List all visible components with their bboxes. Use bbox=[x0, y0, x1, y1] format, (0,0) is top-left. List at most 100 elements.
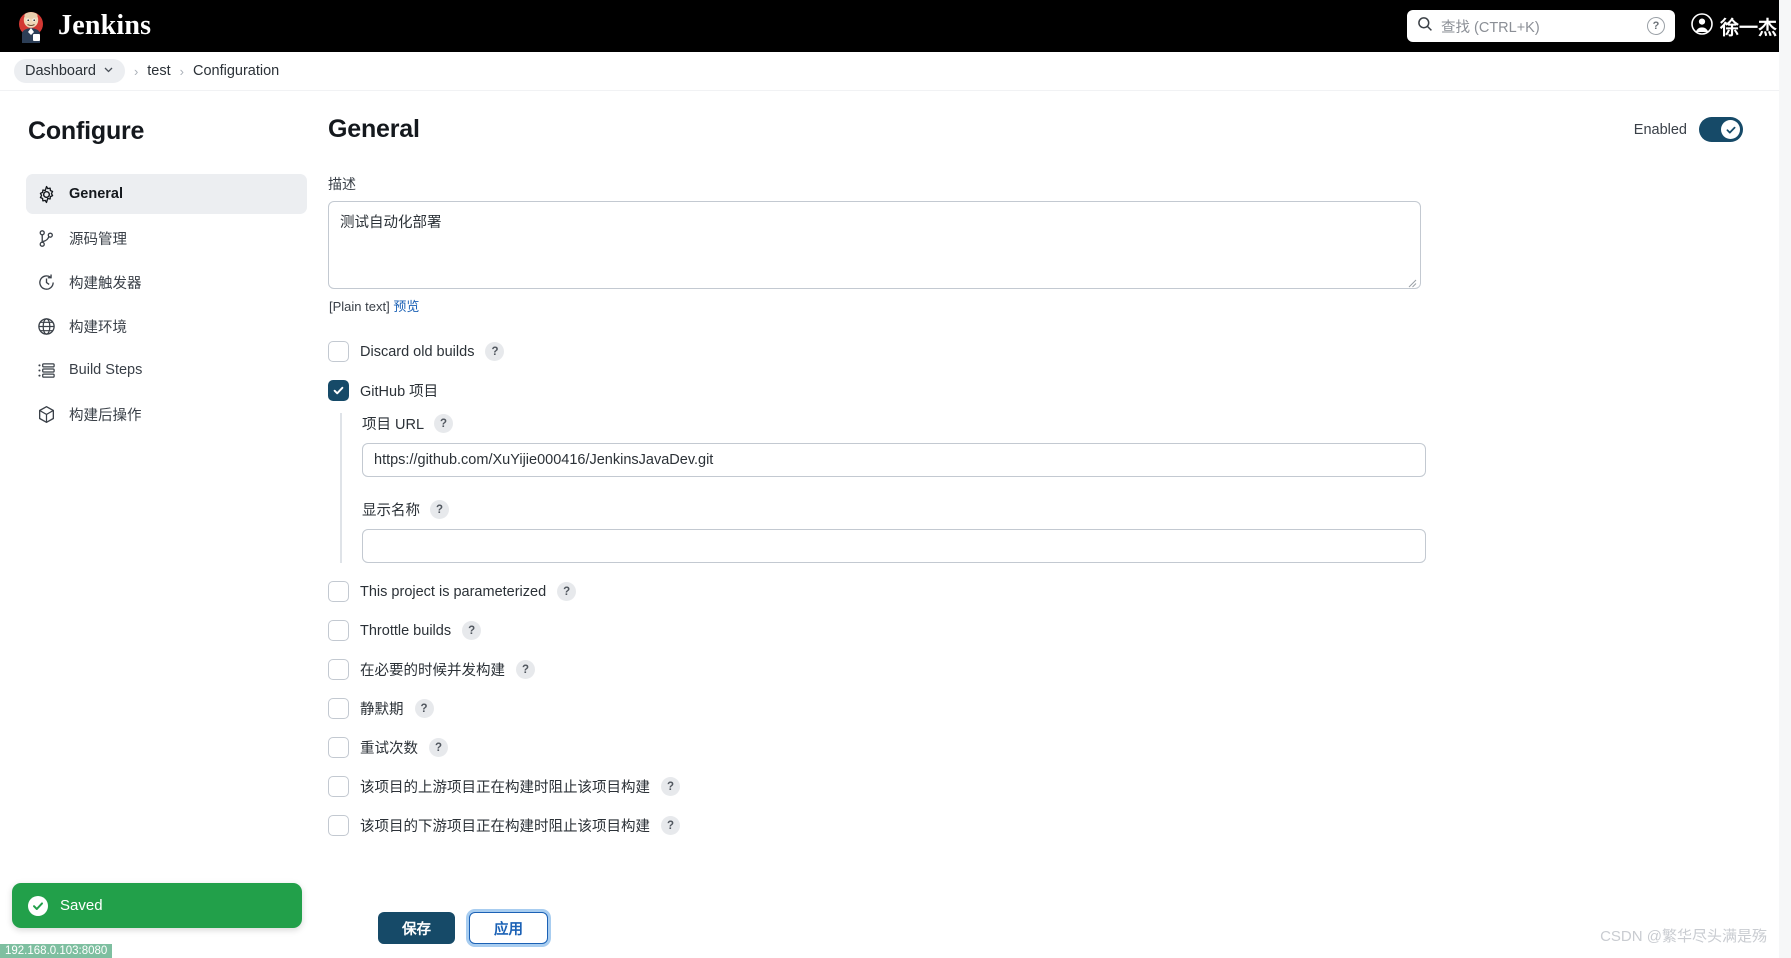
help-icon[interactable]: ? bbox=[516, 660, 535, 679]
sidebar-item-label: 构建后操作 bbox=[69, 404, 142, 425]
checkbox[interactable] bbox=[328, 620, 349, 641]
checkbox[interactable] bbox=[328, 581, 349, 602]
apply-button[interactable]: 应用 bbox=[469, 912, 548, 944]
breadcrumb-separator: › bbox=[134, 64, 138, 79]
help-icon[interactable]: ? bbox=[485, 342, 504, 361]
sidebar-title: Configure bbox=[28, 117, 307, 146]
check-circle-icon bbox=[28, 896, 48, 916]
display-name-label: 显示名称 bbox=[362, 499, 420, 520]
jenkins-brand-link[interactable]: Jenkins bbox=[14, 9, 151, 43]
checkbox[interactable] bbox=[328, 380, 349, 401]
spacer bbox=[362, 477, 1743, 499]
sidebar-item-label: General bbox=[69, 186, 123, 202]
breadcrumb-separator: › bbox=[180, 64, 184, 79]
save-button[interactable]: 保存 bbox=[378, 912, 455, 944]
sidebar-item-general[interactable]: General bbox=[26, 174, 307, 214]
sidebar-item-label: Build Steps bbox=[69, 362, 142, 378]
sidebar-item-source-code-management[interactable]: 源码管理 bbox=[26, 218, 307, 258]
project-url-label: 项目 URL bbox=[362, 413, 424, 434]
description-textarea[interactable]: 测试自动化部署 bbox=[328, 201, 1421, 289]
sidebar-item-label: 源码管理 bbox=[69, 228, 127, 249]
saved-toast: Saved bbox=[12, 883, 302, 928]
sidebar-item-build-triggers[interactable]: 构建触发器 bbox=[26, 262, 307, 302]
enabled-label: Enabled bbox=[1634, 122, 1687, 138]
main-content: General Enabled 描述 测试自动化部署 [Plain text] … bbox=[320, 91, 1791, 958]
sidebar-item-post-build-actions[interactable]: 构建后操作 bbox=[26, 394, 307, 434]
breadcrumb: Dashboard › test › Configuration bbox=[0, 52, 1791, 91]
checkbox[interactable] bbox=[328, 815, 349, 836]
toast-message: Saved bbox=[60, 897, 103, 914]
question-circle-icon[interactable]: ? bbox=[1647, 17, 1665, 35]
page-scrollbar[interactable] bbox=[1779, 0, 1791, 958]
checkbox[interactable] bbox=[328, 698, 349, 719]
help-icon[interactable]: ? bbox=[661, 777, 680, 796]
project-url-value: https://github.com/XuYijie000416/Jenkins… bbox=[374, 452, 713, 468]
breadcrumb-dashboard-label: Dashboard bbox=[25, 63, 96, 79]
option-label: This project is parameterized bbox=[360, 584, 546, 600]
search-icon bbox=[1417, 16, 1433, 37]
option-retry-count[interactable]: 重试次数 ? bbox=[328, 737, 1743, 758]
globe-icon bbox=[37, 317, 56, 336]
jenkins-butler-logo bbox=[14, 9, 48, 43]
checkbox[interactable] bbox=[328, 341, 349, 362]
gear-icon bbox=[37, 185, 56, 204]
status-bar-url: 192.168.0.103:8080 bbox=[0, 944, 112, 958]
option-concurrent-builds[interactable]: 在必要的时候并发构建 ? bbox=[328, 659, 1743, 680]
breadcrumb-item-test[interactable]: test bbox=[147, 63, 170, 79]
option-label: 该项目的下游项目正在构建时阻止该项目构建 bbox=[360, 815, 650, 836]
option-block-when-downstream-building[interactable]: 该项目的下游项目正在构建时阻止该项目构建 ? bbox=[328, 815, 1743, 836]
project-url-input[interactable]: https://github.com/XuYijie000416/Jenkins… bbox=[362, 443, 1426, 477]
option-label: 该项目的上游项目正在构建时阻止该项目构建 bbox=[360, 776, 650, 797]
option-label: Throttle builds bbox=[360, 623, 451, 639]
search-input[interactable]: 查找 (CTRL+K) ? bbox=[1407, 10, 1675, 42]
sidebar-item-label: 构建触发器 bbox=[69, 272, 142, 293]
breadcrumb-item-dashboard[interactable]: Dashboard bbox=[14, 59, 125, 83]
help-icon[interactable]: ? bbox=[430, 500, 449, 519]
user-menu[interactable]: 徐一杰 bbox=[1691, 13, 1777, 40]
option-this-project-is-parameterized[interactable]: This project is parameterized ? bbox=[328, 581, 1743, 602]
plain-text-note: [Plain text] bbox=[329, 299, 390, 314]
user-circle-icon bbox=[1691, 13, 1713, 40]
option-quiet-period[interactable]: 静默期 ? bbox=[328, 698, 1743, 719]
brand-title: Jenkins bbox=[58, 10, 151, 42]
page-title: General bbox=[328, 115, 420, 144]
sidebar-item-build-environment[interactable]: 构建环境 bbox=[26, 306, 307, 346]
github-project-panel: 项目 URL ? https://github.com/XuYijie00041… bbox=[340, 413, 1743, 563]
option-throttle-builds[interactable]: Throttle builds ? bbox=[328, 620, 1743, 641]
preview-link[interactable]: 预览 bbox=[393, 299, 419, 314]
user-name-label: 徐一杰 bbox=[1720, 13, 1777, 40]
option-github-project[interactable]: GitHub 项目 bbox=[328, 380, 1743, 401]
enabled-toggle[interactable] bbox=[1699, 117, 1743, 142]
option-label: GitHub 项目 bbox=[360, 380, 438, 401]
search-placeholder: 查找 (CTRL+K) bbox=[1441, 16, 1639, 37]
description-value: 测试自动化部署 bbox=[340, 215, 442, 231]
breadcrumb-item-configuration[interactable]: Configuration bbox=[193, 63, 279, 79]
help-icon[interactable]: ? bbox=[429, 738, 448, 757]
top-navigation-bar: Jenkins 查找 (CTRL+K) ? 徐一杰 bbox=[0, 0, 1791, 52]
checkbox[interactable] bbox=[328, 659, 349, 680]
option-label: 在必要的时候并发构建 bbox=[360, 659, 505, 680]
chevron-down-icon[interactable] bbox=[103, 63, 114, 79]
checkbox[interactable] bbox=[328, 776, 349, 797]
help-icon[interactable]: ? bbox=[462, 621, 481, 640]
project-url-label-row: 项目 URL ? bbox=[362, 413, 1743, 434]
help-icon[interactable]: ? bbox=[415, 699, 434, 718]
clock-icon bbox=[37, 273, 56, 292]
option-label: 静默期 bbox=[360, 698, 404, 719]
help-icon[interactable]: ? bbox=[434, 414, 453, 433]
check-icon bbox=[1721, 120, 1740, 139]
configure-sidebar: Configure General 源码管理 构建触发器 构建环境 bbox=[0, 91, 320, 958]
checkbox[interactable] bbox=[328, 737, 349, 758]
display-name-input[interactable] bbox=[362, 529, 1426, 563]
package-box-icon bbox=[37, 405, 56, 424]
csdn-watermark: CSDN @繁华尽头满是殇 bbox=[1600, 925, 1767, 946]
sidebar-item-build-steps[interactable]: Build Steps bbox=[26, 350, 307, 390]
help-icon[interactable]: ? bbox=[661, 816, 680, 835]
option-block-when-upstream-building[interactable]: 该项目的上游项目正在构建时阻止该项目构建 ? bbox=[328, 776, 1743, 797]
display-name-label-row: 显示名称 ? bbox=[362, 499, 1743, 520]
description-label: 描述 bbox=[328, 174, 1743, 194]
option-discard-old-builds[interactable]: Discard old builds ? bbox=[328, 341, 1743, 362]
resize-grip-icon[interactable] bbox=[1408, 276, 1417, 285]
top-bar-right-group: 查找 (CTRL+K) ? 徐一杰 bbox=[1407, 10, 1777, 42]
help-icon[interactable]: ? bbox=[557, 582, 576, 601]
